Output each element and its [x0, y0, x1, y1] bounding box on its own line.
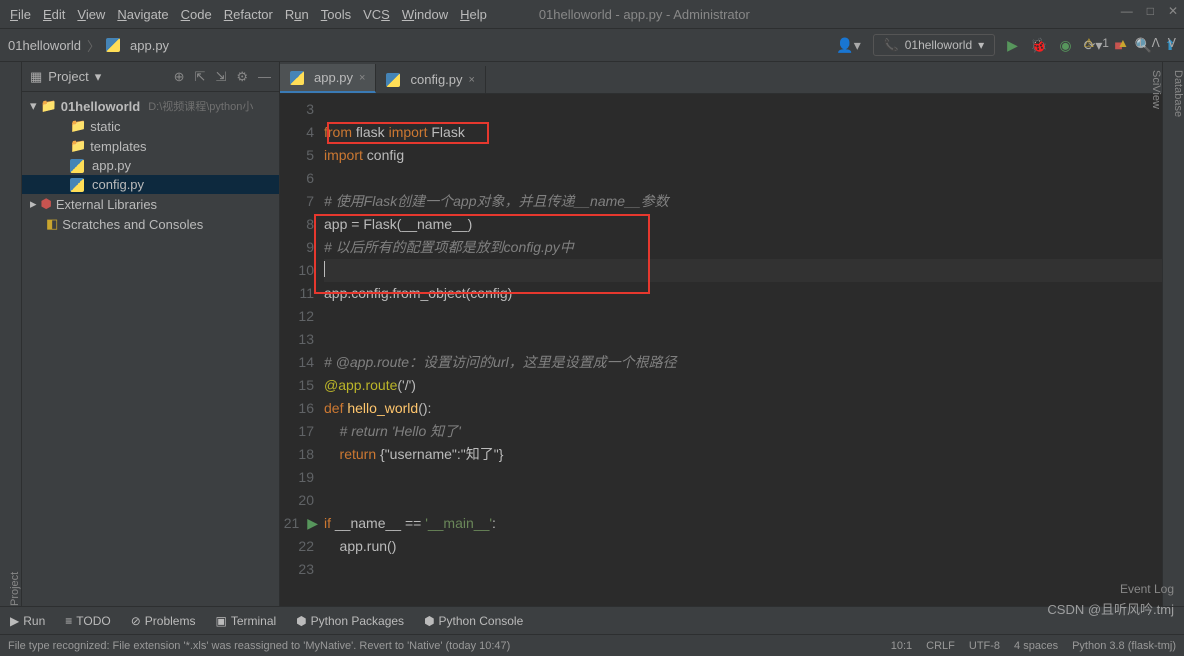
user-icon[interactable]: 👤▾ [836, 37, 860, 54]
close-icon[interactable]: × [359, 72, 365, 84]
tree-folder-templates[interactable]: 📁 templates [22, 136, 279, 156]
target-icon[interactable]: ⊕ [174, 69, 185, 85]
left-tool-strip: Project Structure Favorites [0, 62, 22, 606]
coverage-icon[interactable]: ◉ [1059, 37, 1071, 54]
menubar: File Edit View Navigate Code Refactor Ru… [0, 0, 1184, 28]
run-config-selector[interactable]: 📞 01helloworld ▾ [873, 34, 995, 56]
project-icon: ▦ [30, 69, 42, 85]
tree-file-app[interactable]: app.py [22, 156, 279, 175]
terminal-tool[interactable]: ▣ Terminal [215, 614, 276, 628]
close-icon[interactable]: × [469, 74, 475, 86]
encoding[interactable]: UTF-8 [969, 640, 1000, 652]
run-icon[interactable]: ▶ [1007, 37, 1018, 54]
tab-app[interactable]: app.py× [280, 64, 376, 93]
project-tab[interactable]: Project [9, 70, 21, 606]
editor: app.py× config.py× ⚠1 ▲1 ᐱ ᐯ 34567891011… [280, 62, 1162, 606]
interpreter[interactable]: Python 3.8 (flask-tmj) [1072, 640, 1176, 652]
packages-tool[interactable]: ⬢ Python Packages [296, 614, 404, 628]
menu-view[interactable]: View [77, 7, 105, 22]
menu-code[interactable]: Code [181, 7, 212, 22]
project-title: Project [48, 69, 88, 84]
project-tool-window: ▦ Project ▾ ⊕ ⇱ ⇲ ⚙ — ▾ 📁 01helloworldD:… [22, 62, 280, 606]
chevron-down-icon[interactable]: ▾ [95, 69, 102, 85]
weak-warning-icon: ▲ [1117, 36, 1129, 50]
console-tool[interactable]: ⬢ Python Console [424, 614, 523, 628]
chevron-down-icon[interactable]: ᐯ [1168, 36, 1176, 50]
warning-icon: ⚠ [1084, 36, 1095, 50]
menu-edit[interactable]: Edit [43, 7, 65, 22]
menu-refactor[interactable]: Refactor [224, 7, 273, 22]
menu-help[interactable]: Help [460, 7, 487, 22]
tab-config[interactable]: config.py× [376, 66, 485, 93]
menu-navigate[interactable]: Navigate [117, 7, 168, 22]
tree-external[interactable]: ▸ ⬢ External Libraries [22, 194, 279, 214]
chevron-up-icon[interactable]: ᐱ [1152, 36, 1160, 50]
collapse-icon[interactable]: ⇲ [215, 69, 226, 85]
code-area[interactable]: from flask import Flask import config # … [324, 94, 1162, 606]
editor-tabs: app.py× config.py× [280, 62, 1162, 94]
menu-file[interactable]: File [10, 7, 31, 22]
cursor-pos[interactable]: 10:1 [891, 640, 912, 652]
python-icon [106, 38, 120, 52]
line-sep[interactable]: CRLF [926, 640, 955, 652]
debug-icon[interactable]: 🐞 [1030, 37, 1047, 54]
tree-file-config[interactable]: config.py [22, 175, 279, 194]
breadcrumb[interactable]: 01helloworld 〉 app.py [8, 36, 169, 55]
chevron-down-icon: ▾ [978, 38, 984, 52]
tree-scratches[interactable]: ◧ Scratches and Consoles [22, 214, 279, 234]
event-log[interactable]: Event Log [1120, 582, 1174, 596]
todo-tool[interactable]: ≡ TODO [65, 614, 110, 628]
menu-vcs[interactable]: VCS [363, 7, 390, 22]
menu-run[interactable]: Run [285, 7, 309, 22]
expand-icon[interactable]: ⇱ [195, 69, 206, 85]
run-tool[interactable]: ▶ Run [10, 614, 45, 628]
indent[interactable]: 4 spaces [1014, 640, 1058, 652]
breadcrumb-file[interactable]: app.py [130, 38, 169, 53]
menu-window[interactable]: Window [402, 7, 448, 22]
window-title: 01helloworld - app.py - Administrator [539, 7, 750, 22]
problems-tool[interactable]: ⊘ Problems [131, 614, 196, 628]
hide-icon[interactable]: — [258, 69, 271, 85]
inspection-widget[interactable]: ⚠1 ▲1 ᐱ ᐯ [1084, 36, 1176, 50]
maximize-icon[interactable]: □ [1147, 4, 1154, 18]
bottom-toolbar: ▶ Run ≡ TODO ⊘ Problems ▣ Terminal ⬢ Pyt… [0, 606, 1184, 634]
window-controls: — □ ✕ [1121, 4, 1178, 18]
menu-tools[interactable]: Tools [321, 7, 351, 22]
project-tree: ▾ 📁 01helloworldD:\视频课程\python小 📁 static… [22, 92, 279, 238]
line-numbers: 3456789101112131415161718192021 ▶2223 [280, 94, 324, 606]
right-tool-strip: Database SciView [1162, 62, 1184, 606]
navigation-bar: 01helloworld 〉 app.py 👤▾ 📞 01helloworld … [0, 28, 1184, 62]
tree-root[interactable]: ▾ 📁 01helloworldD:\视频课程\python小 [22, 96, 279, 116]
chevron-right-icon: 〉 [87, 36, 100, 55]
status-message[interactable]: File type recognized: File extension '*.… [8, 640, 510, 652]
database-tab[interactable]: Database [1172, 70, 1184, 606]
text-cursor [324, 261, 325, 277]
breadcrumb-project[interactable]: 01helloworld [8, 38, 81, 53]
status-bar: File type recognized: File extension '*.… [0, 634, 1184, 656]
close-icon[interactable]: ✕ [1168, 4, 1178, 18]
gear-icon[interactable]: ⚙ [236, 69, 248, 85]
watermark: CSDN @且听风吟.tmj [1047, 599, 1174, 618]
phone-icon: 📞 [884, 38, 899, 52]
tree-folder-static[interactable]: 📁 static [22, 116, 279, 136]
minimize-icon[interactable]: — [1121, 4, 1133, 18]
